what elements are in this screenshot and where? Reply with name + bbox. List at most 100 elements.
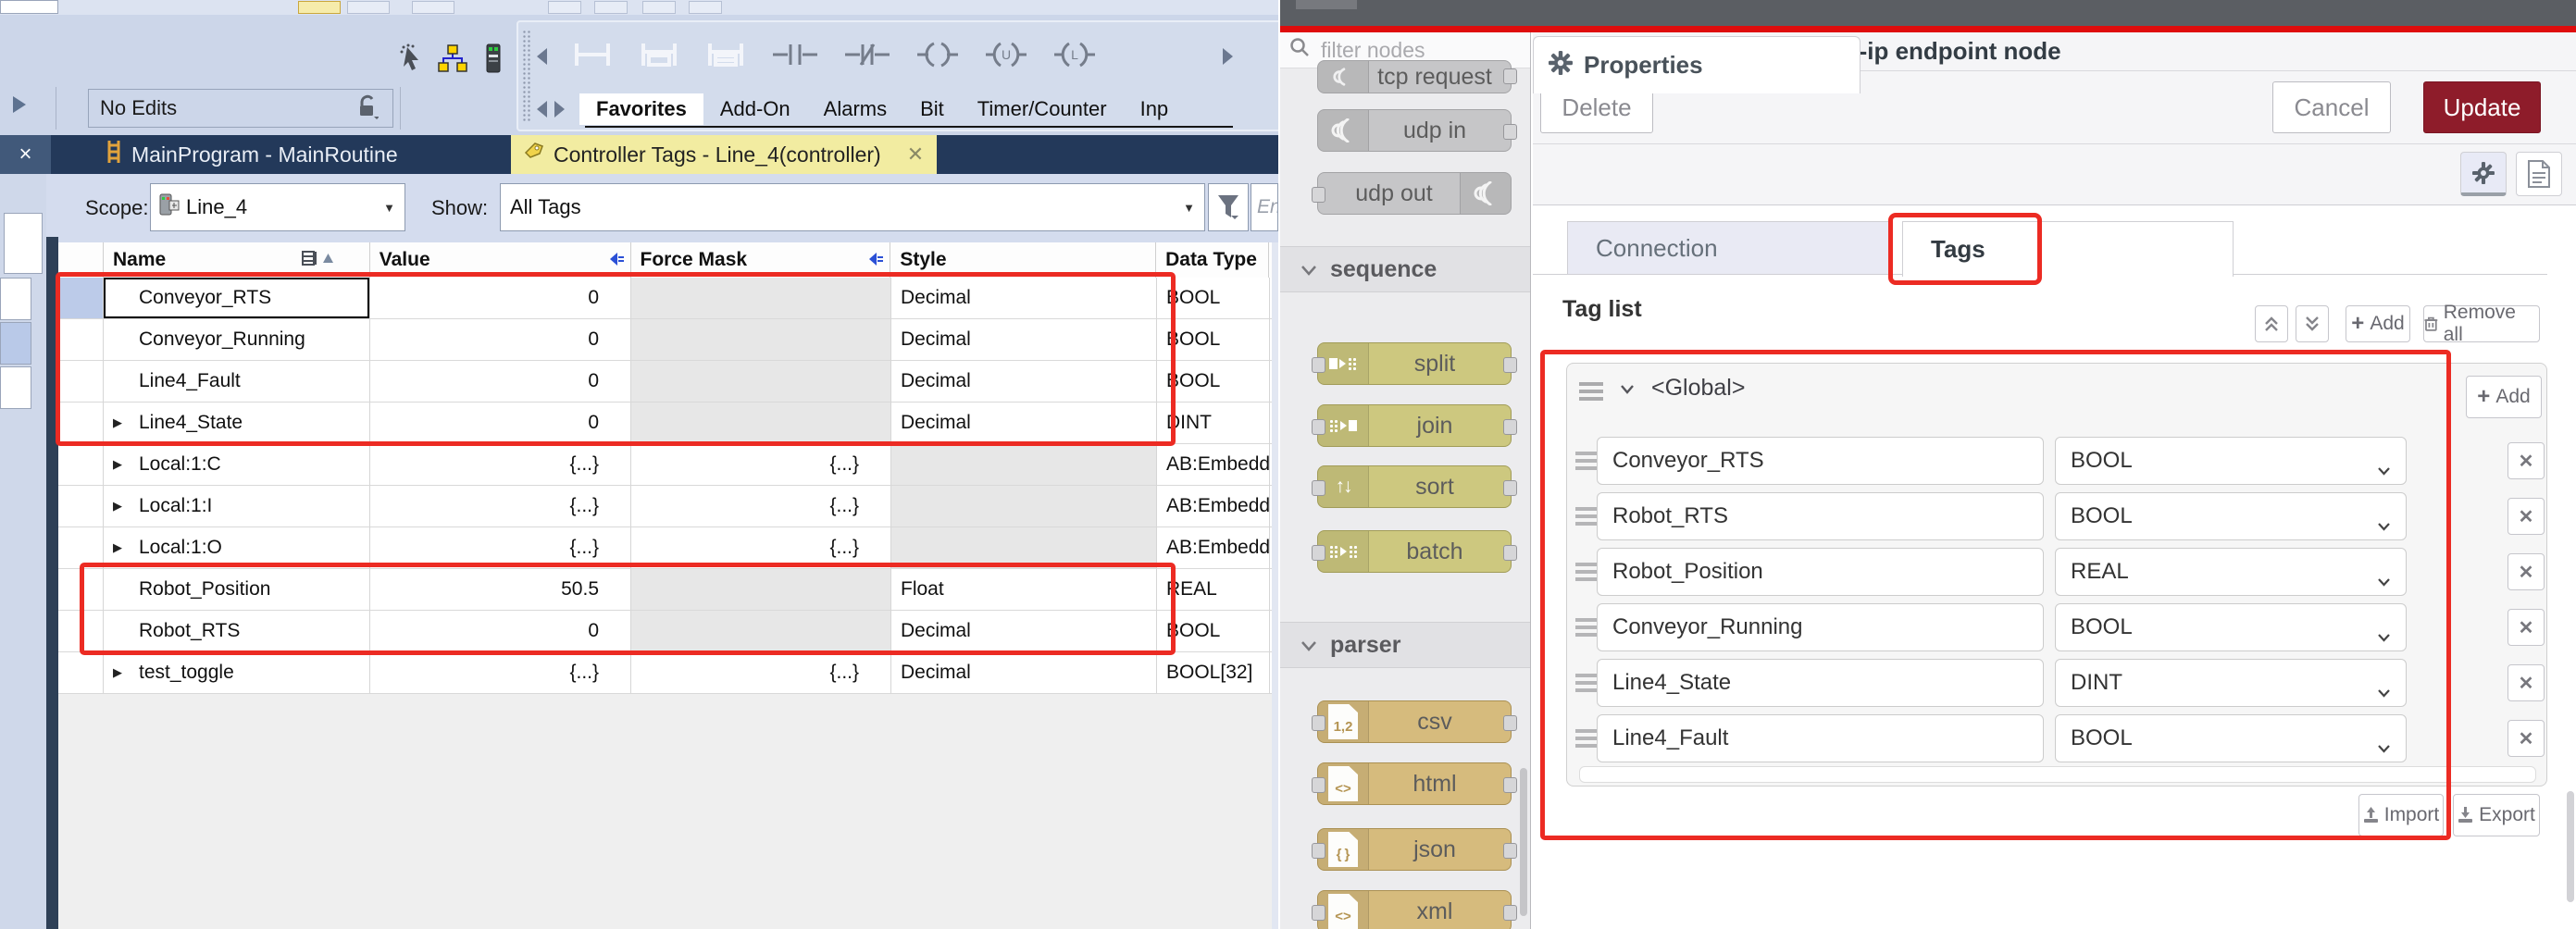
tag-name-input[interactable]: Conveyor_RTS	[1597, 437, 2044, 485]
instruction-tab-alarms[interactable]: Alarms	[807, 93, 903, 125]
tag-type-select[interactable]: BOOL	[2055, 437, 2407, 485]
coil-otu-icon[interactable]: U	[984, 40, 1028, 74]
sort-icon[interactable]	[302, 250, 334, 266]
tag-name-input[interactable]: Robot_RTS	[1597, 492, 2044, 540]
tag-name-input[interactable]: Line4_Fault	[1597, 714, 2044, 762]
instruction-tab-favorites[interactable]: Favorites	[579, 93, 703, 125]
drag-handle-icon[interactable]	[1579, 382, 1601, 401]
highlighted-toolbar-button[interactable]	[298, 1, 341, 14]
tab-properties[interactable]: Properties	[1533, 36, 1860, 93]
palette-node-sort[interactable]: ↑↓ sort	[1317, 465, 1512, 508]
node-output-port[interactable]	[1503, 545, 1517, 561]
chevron-down-icon[interactable]	[1620, 382, 1635, 399]
select-cursor-icon[interactable]	[394, 42, 429, 75]
palette-scrollbar[interactable]	[1520, 768, 1527, 916]
palette-node-udp-out[interactable]: udp out	[1317, 172, 1512, 215]
remove-tag-button[interactable]: ✕	[2508, 498, 2545, 535]
table-row[interactable]: Local:1:O {...} {...} AB:Embedded_Discre…	[58, 527, 1278, 569]
node-output-port[interactable]	[1503, 843, 1517, 859]
header-selector[interactable]	[58, 242, 104, 278]
tag-name-input[interactable]: Robot_Position	[1597, 548, 2044, 596]
lock-icon[interactable]	[350, 91, 385, 124]
palette-node-join[interactable]: join	[1317, 404, 1512, 447]
palette-node-udp-in[interactable]: udp in	[1317, 109, 1512, 152]
coil-ote-icon[interactable]	[915, 40, 960, 74]
node-output-port[interactable]	[1503, 357, 1517, 373]
update-button[interactable]: Update	[2423, 81, 2541, 133]
node-input-port[interactable]	[1312, 545, 1325, 561]
close-tab-icon[interactable]: ✕	[907, 142, 924, 167]
tab-connection[interactable]: Connection	[1567, 221, 1891, 275]
palette-node-xml[interactable]: <> xml	[1317, 890, 1512, 929]
show-dropdown[interactable]: All Tags ▼	[500, 183, 1205, 231]
tag-name-input[interactable]: Line4_State	[1597, 659, 2044, 707]
coil-otl-icon[interactable]: L	[1052, 40, 1097, 74]
node-input-port[interactable]	[1312, 357, 1325, 373]
table-row[interactable]: Line4_State 0 Decimal DINT	[58, 403, 1278, 444]
row-selector[interactable]	[58, 361, 104, 403]
header-data-type[interactable]: Data Type	[1156, 242, 1269, 278]
palette-node-json[interactable]: { } json	[1317, 828, 1512, 871]
toolbar-button-stub[interactable]	[642, 1, 676, 14]
remove-tag-button[interactable]: ✕	[2508, 609, 2545, 646]
instruction-tab-addon[interactable]: Add-On	[703, 93, 807, 125]
palette-section-parser[interactable]: parser	[1280, 622, 1531, 668]
rung-icon[interactable]	[571, 41, 614, 73]
node-input-port[interactable]	[1312, 480, 1325, 496]
rung-branch-icon[interactable]	[638, 41, 680, 73]
row-selector[interactable]	[58, 611, 104, 652]
instruction-tab-bit[interactable]: Bit	[903, 93, 961, 125]
network-browse-icon[interactable]	[435, 42, 470, 75]
toolbar-button-stub[interactable]	[548, 1, 581, 14]
remove-all-button[interactable]: Remove all	[2423, 305, 2540, 342]
tab-mainprogram[interactable]: MainProgram - MainRoutine	[93, 135, 411, 174]
tag-group-label[interactable]: <Global>	[1651, 375, 1745, 402]
row-selector[interactable]	[58, 652, 104, 694]
cancel-button[interactable]: Cancel	[2272, 81, 2391, 133]
tab-scroll-left-icon[interactable]	[537, 101, 547, 118]
node-input-port[interactable]	[1312, 905, 1325, 921]
header-name[interactable]: Name	[104, 242, 370, 278]
tag-type-select[interactable]: BOOL	[2055, 714, 2407, 762]
contact-xio-icon[interactable]	[843, 40, 891, 74]
pane-divider[interactable]	[46, 237, 58, 929]
scope-dropdown[interactable]: Line_4 ▼	[150, 183, 405, 231]
node-output-port[interactable]	[1503, 777, 1517, 793]
tag-type-select[interactable]: BOOL	[2055, 603, 2407, 651]
palette-section-sequence[interactable]: sequence	[1280, 246, 1531, 292]
node-output-port[interactable]	[1503, 68, 1517, 84]
dropdown-caret-icon[interactable]: ▼	[383, 201, 395, 215]
remove-tag-button[interactable]: ✕	[2508, 720, 2545, 757]
remove-tag-button[interactable]: ✕	[2508, 442, 2545, 479]
table-row[interactable]: Conveyor_Running 0 Decimal BOOL	[58, 319, 1278, 361]
node-output-port[interactable]	[1503, 419, 1517, 435]
tab-tags[interactable]: Tags	[1902, 221, 2234, 277]
table-row[interactable]: Conveyor_RTS 0 Decimal BOOL	[58, 278, 1278, 319]
palette-node-split[interactable]: split	[1317, 342, 1512, 385]
header-style[interactable]: Style	[890, 242, 1156, 278]
group-add-tag-button[interactable]: +Add	[2466, 376, 2542, 418]
instruction-tab-timercounter[interactable]: Timer/Counter	[961, 93, 1124, 125]
node-output-port[interactable]	[1503, 480, 1517, 496]
tag-type-select[interactable]: REAL	[2055, 548, 2407, 596]
filter-funnel-button[interactable]	[1208, 183, 1249, 231]
tag-type-select[interactable]: BOOL	[2055, 492, 2407, 540]
scroll-right-icon[interactable]	[1223, 48, 1233, 65]
node-input-port[interactable]	[1312, 715, 1325, 731]
header-force-mask[interactable]: Force Mask	[631, 242, 891, 278]
name-filter-input[interactable]: Enter Name Filt	[1251, 183, 1278, 231]
row-selector[interactable]	[58, 444, 104, 486]
export-button[interactable]: Export	[2453, 794, 2540, 836]
row-selector[interactable]	[58, 569, 104, 611]
palette-node-html[interactable]: <> html	[1317, 762, 1512, 805]
properties-view-button[interactable]	[2460, 152, 2507, 196]
node-input-port[interactable]	[1312, 777, 1325, 793]
row-selector[interactable]	[58, 278, 104, 319]
rung-branch-level-icon[interactable]	[704, 41, 747, 73]
tray-scrollbar[interactable]	[2567, 791, 2574, 902]
node-input-port[interactable]	[1312, 187, 1325, 203]
toolbar-drag-handle[interactable]	[522, 30, 531, 122]
row-selector[interactable]	[58, 319, 104, 361]
table-row[interactable]: Line4_Fault 0 Decimal BOOL	[58, 361, 1278, 403]
header-value[interactable]: Value	[370, 242, 631, 278]
